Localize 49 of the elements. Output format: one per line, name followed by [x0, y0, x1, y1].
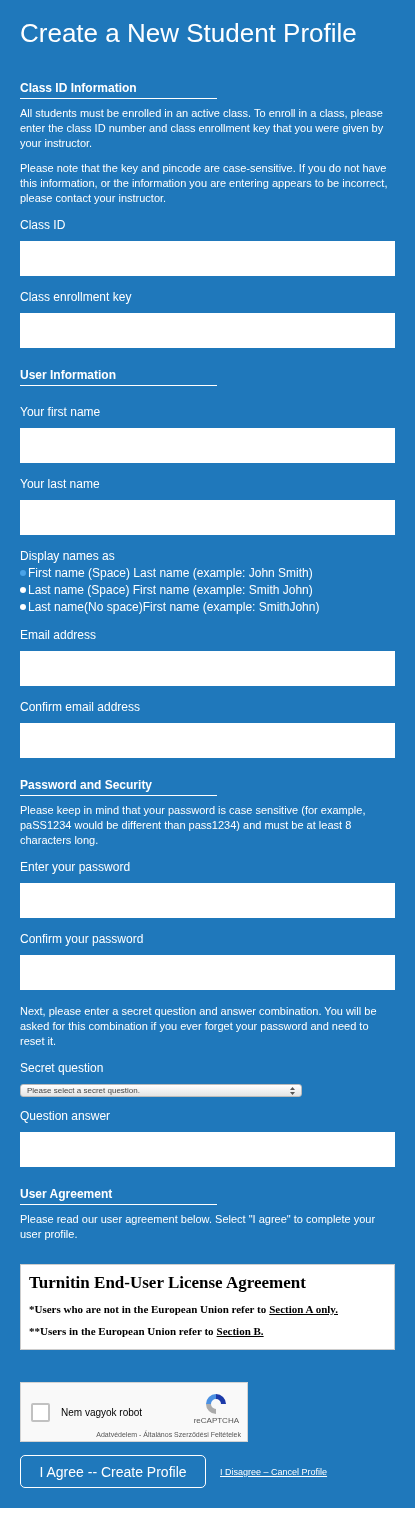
- agreement-note: **Users in the European Union refer to: [29, 1325, 214, 1338]
- text-field[interactable]: [20, 955, 395, 991]
- agreement-note: *Users who are not in the European Union refer to: [29, 1303, 267, 1316]
- text-field[interactable]: [20, 883, 395, 919]
- text-field[interactable]: [20, 428, 395, 464]
- radio-button[interactable]: [20, 570, 26, 577]
- field-label: Confirm email address: [20, 700, 142, 715]
- recaptcha-logo-icon: [204, 1391, 229, 1416]
- field-label: Confirm your password: [20, 932, 145, 947]
- page-title: Create a New Student Profile: [20, 18, 358, 50]
- text-field[interactable]: [20, 651, 395, 687]
- radio-button[interactable]: [20, 587, 26, 594]
- agree-button[interactable]: I Agree -- Create Profile: [20, 1455, 206, 1489]
- section-heading: User Agreement: [20, 1187, 217, 1206]
- section-heading: Class ID Information: [20, 81, 217, 100]
- field-label: Question answer: [20, 1109, 112, 1124]
- instruction-text: Please note that the key and pincode are case-sensitive. If you do not have this information, or the information you are entering appears to be incorrect, please contact your instructor.: [20, 161, 389, 207]
- cancel-link[interactable]: I Disagree – Cancel Profile: [220, 1466, 328, 1477]
- radio-label: Last name(No space)First name (example: SmithJohn): [28, 600, 320, 615]
- text-field[interactable]: [20, 723, 395, 759]
- instruction-text: Next, please enter a secret question and answer combination. You will be asked for this combination if you ever forget your password and need to reset it.: [20, 1004, 378, 1050]
- captcha-checkbox[interactable]: [31, 1402, 50, 1422]
- field-label: Enter your password: [20, 860, 132, 875]
- instruction-text: Please read our user agreement below. Select "I agree" to complete your user profile.: [20, 1212, 377, 1243]
- section-link[interactable]: Section A only.: [269, 1303, 338, 1316]
- instruction-text: Please keep in mind that your password is case sensitive (for example, paSS1234 would be different than pass1234) and must be at least 8 characters long.: [20, 803, 367, 849]
- text-field[interactable]: [20, 241, 395, 277]
- field-label: Class enrollment key: [20, 290, 133, 305]
- text-field[interactable]: [20, 1132, 395, 1168]
- field-label: Your last name: [20, 477, 101, 492]
- field-label: Secret question: [20, 1061, 105, 1076]
- captcha-label: Nem vagyok robot: [61, 1406, 144, 1418]
- radio-button[interactable]: [20, 604, 26, 611]
- section-heading: Password and Security: [20, 778, 217, 797]
- agreement-title: Turnitin End-User License Agreement: [29, 1273, 307, 1294]
- section-link[interactable]: Section B.: [216, 1325, 264, 1338]
- field-label: Display names as: [20, 549, 116, 564]
- secret-question-dropdown[interactable]: Please select a secret question.: [20, 1084, 302, 1098]
- instruction-text: All students must be enrolled in an active class. To enroll in a class, please enter the class ID number and class enrollment key that you were given by your instructor.: [20, 106, 385, 152]
- text-field[interactable]: [20, 313, 395, 349]
- radio-label: Last name (Space) First name (example: Smith John): [28, 583, 313, 598]
- captcha-brand: reCAPTCHA: [193, 1415, 239, 1425]
- field-label: Your first name: [20, 405, 102, 420]
- radio-label: First name (Space) Last name (example: John Smith): [28, 566, 313, 581]
- stepper-icon: [290, 1086, 295, 1095]
- text-field[interactable]: [20, 500, 395, 536]
- field-label: Email address: [20, 628, 98, 643]
- section-heading: User Information: [20, 368, 217, 387]
- field-label: Class ID: [20, 218, 67, 233]
